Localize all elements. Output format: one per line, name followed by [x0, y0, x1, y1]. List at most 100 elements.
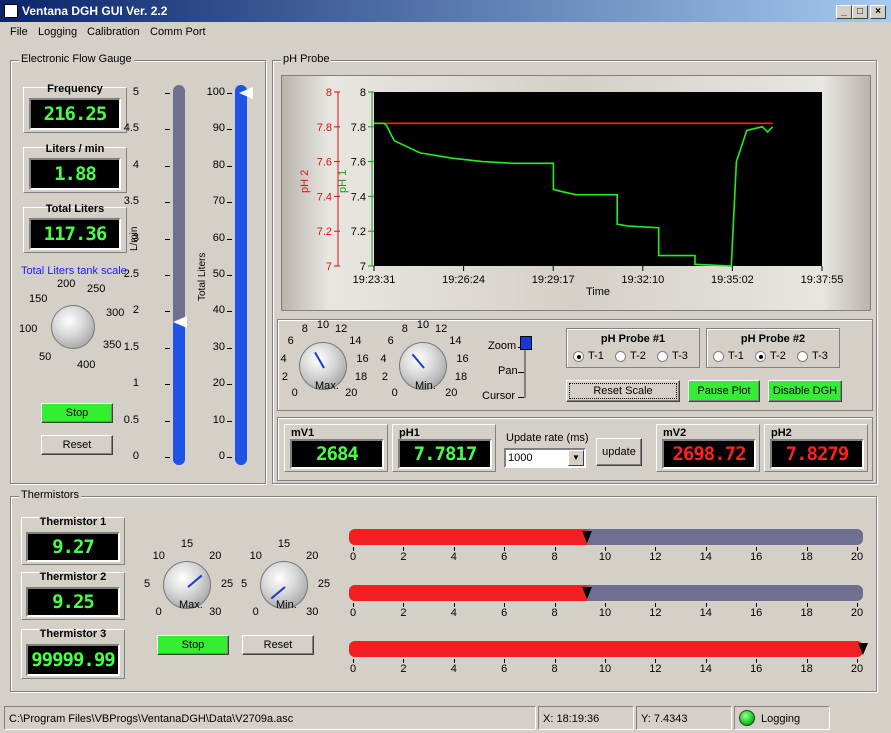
probe1-radio-1[interactable]	[573, 351, 584, 362]
thermistor-max-knob-tick: 5	[143, 578, 151, 590]
menu-file[interactable]: File	[10, 26, 28, 38]
title-bar: Ventana DGH GUI Ver. 2.2 _ □ ×	[0, 0, 891, 22]
cursor-label: Cursor	[482, 390, 516, 402]
total-tick-mark	[227, 93, 232, 94]
flow-stop-button[interactable]: Stop	[41, 403, 113, 423]
ph-min-knob-caption: Min.	[415, 380, 436, 392]
thermistor2-bar-fill	[349, 585, 587, 601]
thermistor-bar-tick-label: 0	[349, 551, 357, 563]
tank-knob-tick: 200	[57, 278, 76, 290]
logging-led-icon	[739, 710, 755, 726]
thermistor-max-knob-tick: 20	[209, 549, 222, 562]
dropdown-arrow-icon[interactable]: ▼	[568, 450, 584, 466]
lmin-tick-mark	[165, 129, 170, 131]
thermistor2-label: Thermistor 2	[39, 571, 107, 583]
plot-area	[374, 92, 822, 266]
probe2-radio-2[interactable]	[755, 351, 766, 362]
update-rate-select[interactable]: 1000 ▼	[504, 448, 586, 468]
thermistor3-bar	[349, 641, 863, 657]
thermistor2-pointer[interactable]	[581, 587, 592, 599]
thermistor-bar-tick-label: 6	[501, 663, 508, 675]
thermistor-bar-tick-label: 20	[850, 607, 864, 619]
y2-tick-label: 7.2	[317, 226, 332, 238]
lmin-pointer[interactable]	[173, 316, 187, 329]
probe1-radio-2[interactable]	[615, 351, 626, 362]
total-tick-label: 60	[212, 231, 225, 244]
ph-max-knob-tick: 4	[280, 352, 287, 365]
ph-min-knob-tick: 8	[401, 323, 408, 336]
y2-tick-label: 7	[326, 261, 332, 273]
tank-knob-tick: 150	[29, 293, 48, 305]
thermistor-max-knob-tick: 0	[155, 606, 162, 619]
flow-gauge-group: Electronic Flow Gauge Frequency 216.25 L…	[10, 53, 266, 484]
ph-max-knob-tick: 10	[316, 319, 330, 331]
y1-tick-label: 7	[360, 261, 366, 273]
probe2-option-label: T-3	[812, 350, 828, 362]
update-button[interactable]: update	[596, 438, 642, 466]
thermistor1-pointer[interactable]	[582, 531, 593, 543]
mode-slider-thumb[interactable]	[520, 336, 532, 350]
thermistor3-pointer[interactable]	[858, 643, 868, 655]
update-rate-label: Update rate (ms)	[506, 432, 589, 444]
thermistors-group: Thermistors Thermistor 1 9.27 Thermistor…	[10, 489, 877, 692]
menu-logging[interactable]: Logging	[38, 26, 77, 38]
lmin-tick-label: 2	[132, 304, 139, 317]
logging-label: Logging	[761, 713, 801, 725]
x-tick-label: 19:26:24	[442, 274, 485, 286]
ph-chart-frame: 8 7.8 7.6 7.4 7.2 7 8 7.8 7.6 7.4 7.2 7 pH 2 pH 1 19:2…	[281, 75, 871, 311]
probe2-option-label: T-2	[770, 350, 786, 362]
ph-max-knob-tick: 0	[291, 387, 298, 400]
y2-axis-label: pH 2	[299, 170, 311, 193]
minimize-button[interactable]: _	[836, 5, 852, 19]
y1-tick-label: 7.4	[351, 191, 366, 203]
total-tick-mark	[227, 238, 232, 240]
probe2-radio-3[interactable]	[797, 351, 808, 362]
ph2-box: pH2 7.8279	[764, 424, 868, 472]
thermistor-bar-tick-label: 20	[850, 663, 864, 675]
close-button[interactable]: ×	[870, 5, 886, 19]
probe2-radio-1[interactable]	[713, 351, 724, 362]
total-tick-label: 0	[218, 450, 225, 462]
tank-scale-knob[interactable]	[51, 305, 95, 349]
total-pointer[interactable]	[239, 87, 253, 99]
mv2-box: mV2 2698.72	[656, 424, 760, 472]
thermistor-reset-button[interactable]: Reset	[242, 635, 314, 655]
lmin-tick-mark	[165, 202, 170, 204]
flow-reset-button[interactable]: Reset	[41, 435, 113, 455]
thermistor-min-knob-tick: 30	[306, 606, 319, 619]
lmin-tick-label: 3.5	[123, 195, 139, 208]
menu-comm-port[interactable]: Comm Port	[150, 26, 206, 38]
radio-dot-icon	[759, 355, 763, 359]
probe2-title: pH Probe #2	[740, 333, 806, 345]
tank-knob-tick: 250	[87, 283, 106, 295]
probe1-radio-3[interactable]	[657, 351, 668, 362]
ph-probe-group: pH Probe 8 7.8 7.6 7.4 7.2 7 8 7.8 7.6 7.4 7.2 7 pH …	[272, 53, 877, 484]
lmin-tick-mark	[165, 165, 170, 167]
ph-max-knob-tick: 6	[287, 335, 294, 348]
ph1-display: 7.7817	[398, 439, 492, 469]
menu-bar: File Logging Calibration Comm Port	[0, 22, 891, 42]
thermistor1-display: 9.27	[26, 532, 120, 562]
reset-scale-button[interactable]: Reset Scale	[566, 380, 680, 402]
pause-plot-button[interactable]: Pause Plot	[688, 380, 760, 402]
ph-max-knob-tick: 20	[345, 387, 358, 400]
disable-dgh-button[interactable]: Disable DGH	[768, 380, 842, 402]
total-tick-label: 30	[212, 340, 225, 353]
y1-axis-label: pH 1	[337, 170, 349, 193]
y1-tick-label: 7.6	[351, 157, 366, 169]
thermistor-bar-tick-label: 16	[750, 663, 763, 675]
ph-chart[interactable]: 8 7.8 7.6 7.4 7.2 7 8 7.8 7.6 7.4 7.2 7 pH 2 pH 1 19:2…	[282, 76, 872, 312]
lmin-tick-label: 5	[132, 86, 139, 98]
thermistor-max-knob-caption: Max.	[179, 599, 203, 611]
thermistor-stop-button[interactable]: Stop	[157, 635, 229, 655]
thermistor-bar-tick-label: 4	[450, 607, 457, 619]
x-axis-label: Time	[586, 286, 610, 298]
y1-tick-label: 7.2	[351, 226, 366, 238]
x-tick-label: 19:37:55	[801, 274, 844, 286]
menu-calibration[interactable]: Calibration	[87, 26, 140, 38]
mv1-label: mV1	[291, 427, 315, 439]
thermistor-max-knob-tick: 10	[152, 549, 165, 562]
thermistor-bar-tick-label: 20	[850, 551, 864, 563]
maximize-button[interactable]: □	[852, 5, 868, 19]
status-logging: Logging	[734, 706, 830, 730]
